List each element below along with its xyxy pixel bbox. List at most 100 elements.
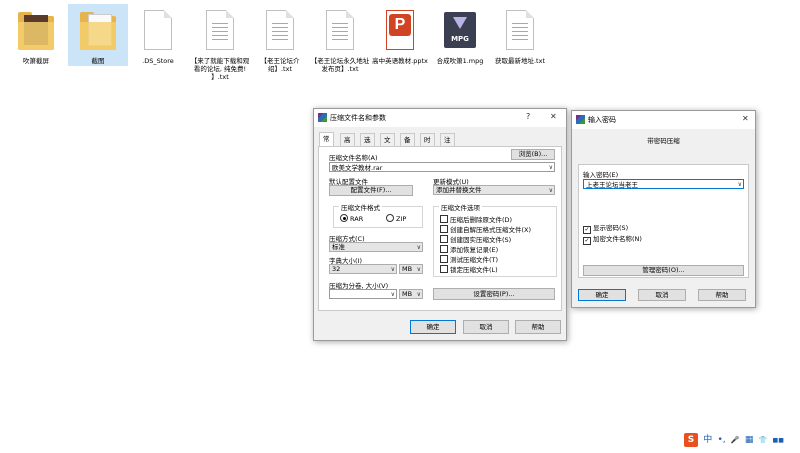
radio-icon [386, 214, 394, 222]
ime-logo-icon[interactable]: S [684, 433, 698, 447]
desktop-file-3[interactable]: .DS_Store [128, 8, 188, 65]
format-group: 压缩文件格式 RAR ZIP [333, 202, 423, 228]
chevron-down-icon: ∨ [548, 164, 553, 171]
desktop-file-5[interactable]: 【老王论坛介绍】.txt [250, 8, 310, 73]
method-select[interactable]: 标准 ∨ [329, 242, 423, 252]
powerpoint-icon: P [382, 10, 418, 54]
format-zip-label: ZIP [396, 215, 407, 223]
show-password-label: 显示密码(S) [593, 224, 629, 232]
file-label: 【来了就能下载和观看的论坛, 纯免费! 】.txt [190, 57, 250, 81]
help-icon[interactable]: ? [526, 112, 530, 121]
option-test[interactable]: 测试压缩文件(T) [440, 254, 498, 264]
method-value: 标准 [332, 243, 345, 251]
general-panel: 压缩文件名称(A) 浏览(B)... 欧美文学教材.rar ∨ 默认配置文件 配… [318, 146, 562, 311]
keyboard-icon[interactable]: ▦ [745, 433, 754, 447]
desktop-file-2[interactable]: 截图 [68, 4, 128, 66]
option-sfx[interactable]: 创建自解压格式压缩文件(X) [440, 224, 531, 234]
help-button[interactable]: 帮助 [515, 320, 561, 334]
checkmark-icon: ✓ [583, 237, 591, 245]
folder-icon [80, 10, 116, 54]
checkbox-icon [440, 225, 448, 233]
toolbox-icon[interactable]: ■■ [773, 434, 784, 448]
password-panel: 输入密码(E) 上老王论坛当老王 ∨ ✓ 显示密码(S) ✓ 加密文件名称(N) 管… [578, 164, 749, 278]
browse-button[interactable]: 浏览(B)... [511, 149, 555, 160]
archive-name-field[interactable]: 欧美文学教材.rar ∨ [329, 162, 555, 172]
punctuation-icon[interactable]: •, [717, 433, 725, 447]
text-file-icon [502, 10, 538, 54]
dict-unit-select[interactable]: MB ∨ [399, 264, 423, 274]
ime-toolbar: S 中 •, 🎤 ▦ 👕 ■■ [684, 433, 787, 447]
desktop-file-4[interactable]: 【来了就能下载和观看的论坛, 纯免费! 】.txt [190, 8, 250, 81]
close-icon[interactable]: ✕ [550, 112, 557, 121]
password-dialog: 输入密码 ✕ 带密码压缩 输入密码(E) 上老王论坛当老王 ∨ ✓ 显示密码(S)… [571, 110, 756, 308]
title-bar: 压缩文件名和参数 ? ✕ [314, 109, 566, 127]
close-icon[interactable]: ✕ [742, 114, 749, 123]
password-input[interactable]: 上老王论坛当老王 ∨ [583, 179, 744, 189]
folder-icon [18, 10, 54, 54]
file-label: 吹箫截屏 [23, 57, 49, 65]
dict-size-select[interactable]: 32 ∨ [329, 264, 397, 274]
checkbox-icon [440, 255, 448, 263]
checkbox-icon [440, 215, 448, 223]
winrar-icon [318, 113, 327, 122]
archive-dialog: 压缩文件名和参数 ? ✕ 常规 高级 选项 文件 备份 时间 注释 压缩文件名称… [313, 108, 567, 341]
chevron-down-icon: ∨ [548, 187, 553, 194]
tab-options[interactable]: 选项 [360, 133, 375, 156]
option-solid[interactable]: 创建固实压缩文件(S) [440, 234, 511, 244]
chevron-down-icon: ∨ [416, 244, 421, 251]
option-lock[interactable]: 锁定压缩文件(L) [440, 264, 498, 274]
file-label: 高中英语教材.pptx [372, 57, 428, 65]
format-zip-radio[interactable]: ZIP [386, 214, 406, 223]
options-label: 压缩文件选项 [439, 202, 482, 212]
password-prompt-label: 输入密码(E) [583, 171, 619, 179]
text-file-icon [202, 10, 238, 54]
help-button[interactable]: 帮助 [698, 289, 746, 301]
option-label: 创建自解压格式压缩文件(X) [450, 226, 532, 234]
desktop-file-9[interactable]: 获取最新地址.txt [490, 8, 550, 65]
dialog-header: 带密码压缩 [647, 137, 680, 145]
cancel-button[interactable]: 取消 [463, 320, 509, 334]
blank-document-icon [140, 10, 176, 54]
option-delete-after[interactable]: 压缩后删除原文件(D) [440, 214, 512, 224]
skin-icon[interactable]: 👕 [759, 433, 768, 447]
tab-files[interactable]: 文件 [380, 133, 395, 156]
option-label: 压缩后删除原文件(D) [450, 216, 513, 224]
video-file-icon: MPG [442, 10, 478, 54]
tab-backup[interactable]: 备份 [400, 133, 415, 156]
format-rar-radio[interactable]: RAR [340, 214, 363, 223]
tab-comment[interactable]: 注释 [440, 133, 455, 156]
archive-name-value: 欧美文学教材.rar [332, 164, 383, 172]
desktop-file-8[interactable]: MPG 合成吹箫1.mpg [430, 8, 490, 65]
option-label: 添加恢复记录(E) [450, 246, 499, 254]
text-file-icon [262, 10, 298, 54]
option-label: 锁定压缩文件(L) [450, 266, 498, 274]
tab-general[interactable]: 常规 [319, 132, 334, 155]
checkbox-icon [440, 235, 448, 243]
encrypt-names-label: 加密文件名称(N) [593, 235, 642, 243]
ime-mode-icon[interactable]: 中 [703, 433, 712, 447]
ok-button[interactable]: 确定 [578, 289, 626, 301]
split-size-field[interactable]: ∨ [329, 289, 397, 299]
encrypt-names-checkbox[interactable]: ✓ 加密文件名称(N) [583, 233, 642, 245]
ok-button[interactable]: 确定 [410, 320, 456, 334]
profile-button[interactable]: 配置文件(F)... [329, 185, 413, 196]
tab-time[interactable]: 时间 [420, 133, 435, 156]
file-label: 合成吹箫1.mpg [436, 57, 484, 65]
desktop-file-1[interactable]: 吹箫截屏 [6, 8, 66, 65]
chevron-down-icon: ∨ [737, 181, 742, 188]
manage-passwords-button[interactable]: 管理密码(O)... [583, 265, 744, 276]
update-mode-select[interactable]: 添加并替换文件 ∨ [433, 185, 555, 195]
set-password-button[interactable]: 设置密码(P)... [433, 288, 555, 300]
dialog-title: 压缩文件名和参数 [330, 114, 386, 122]
password-value: 上老王论坛当老王 [586, 181, 638, 189]
cancel-button[interactable]: 取消 [638, 289, 686, 301]
desktop-file-7[interactable]: P 高中英语教材.pptx [370, 8, 430, 65]
format-label: 压缩文件格式 [339, 202, 382, 212]
split-unit-select[interactable]: MB ∨ [399, 289, 423, 299]
options-group: 压缩文件选项 压缩后删除原文件(D) 创建自解压格式压缩文件(X) 创建固实压缩… [433, 202, 557, 277]
microphone-icon[interactable]: 🎤 [731, 433, 740, 447]
desktop-file-6[interactable]: 【老王论坛永久地址发布页】.txt [310, 8, 370, 73]
option-recovery[interactable]: 添加恢复记录(E) [440, 244, 498, 254]
tab-advanced[interactable]: 高级 [340, 133, 355, 156]
option-label: 创建固实压缩文件(S) [450, 236, 512, 244]
